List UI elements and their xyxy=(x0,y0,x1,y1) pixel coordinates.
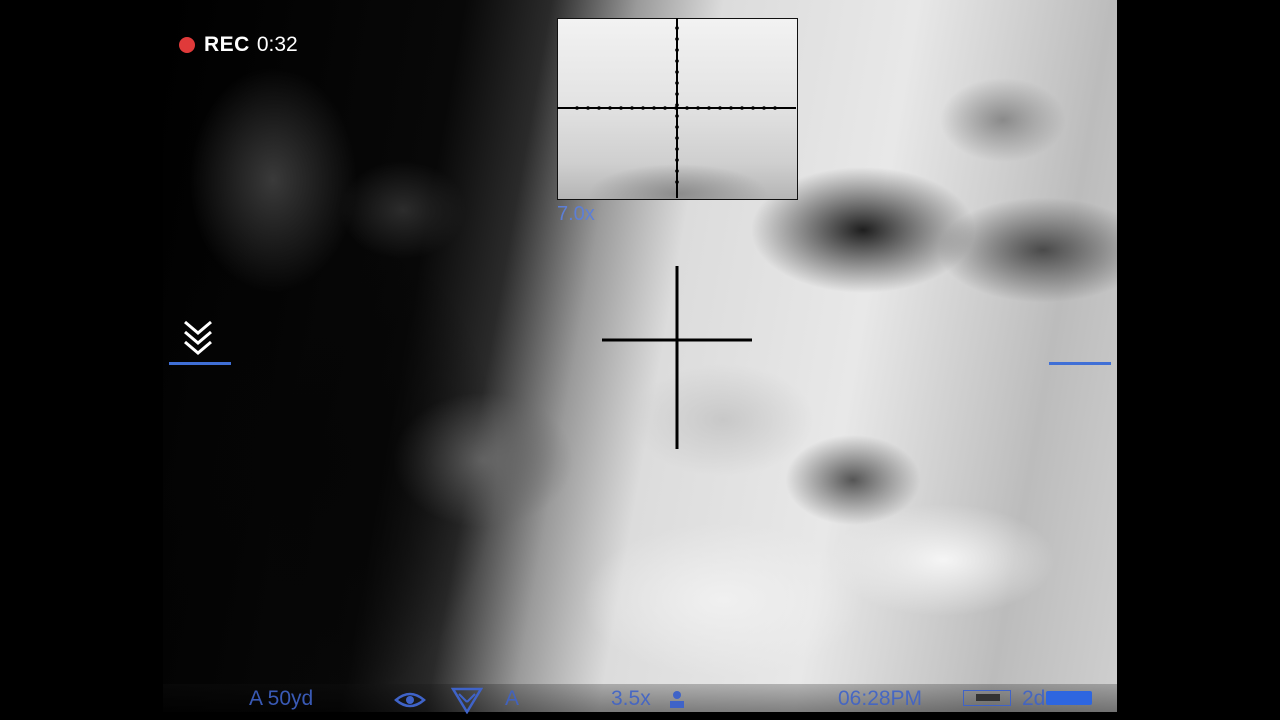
reticle-tick xyxy=(713,338,717,342)
reticle-tick xyxy=(597,106,601,110)
reticle-tick xyxy=(615,338,619,342)
reticle-tick xyxy=(675,308,679,312)
reticle-tick xyxy=(707,106,711,110)
reticle-tick xyxy=(675,315,679,319)
reticle-tick xyxy=(675,180,679,184)
reticle-tick xyxy=(657,338,661,342)
signal-strength-bar xyxy=(1046,691,1092,705)
left-level-marker xyxy=(169,362,231,365)
reticle-tick xyxy=(652,106,656,110)
triangle-mode-icon xyxy=(450,686,484,719)
reticle-tick xyxy=(629,338,633,342)
reticle-tick xyxy=(692,338,696,342)
clock-readout: 06:28PM xyxy=(838,687,923,710)
reticle-tick xyxy=(675,26,679,30)
reticle-tick xyxy=(619,106,623,110)
mode-letter: A xyxy=(505,687,520,710)
reticle-tick xyxy=(675,357,679,361)
reticle-tick xyxy=(675,301,679,305)
reticle-tick xyxy=(685,338,689,342)
reticle-tick xyxy=(675,158,679,162)
reticle-tick xyxy=(671,338,675,342)
reticle-tick xyxy=(706,338,710,342)
reticle-tick xyxy=(675,48,679,52)
zoom-crosshair-ticks xyxy=(575,26,777,184)
reticle-tick xyxy=(718,106,722,110)
reticle-tick xyxy=(685,106,689,110)
battery-icon xyxy=(963,690,1011,706)
reticle-tick xyxy=(630,106,634,110)
reticle-tick xyxy=(727,338,731,342)
reticle-tick xyxy=(675,336,679,340)
reticle-tick xyxy=(641,106,645,110)
reticle-tick xyxy=(675,147,679,151)
right-level-marker xyxy=(1049,362,1111,365)
reticle-tick xyxy=(762,106,766,110)
reticle-tick xyxy=(586,106,590,110)
counter-readout: 2d xyxy=(1022,687,1046,710)
main-reticle xyxy=(602,266,752,449)
reticle-tick xyxy=(773,106,777,110)
reticle-tick xyxy=(675,371,679,375)
reticle-tick xyxy=(675,364,679,368)
reticle-tick xyxy=(643,338,647,342)
reticle-tick xyxy=(663,106,667,110)
reticle-tick xyxy=(575,106,579,110)
reticle-tick xyxy=(675,294,679,298)
reticle-tick xyxy=(664,338,668,342)
reticle-tick xyxy=(675,350,679,354)
reticle-tick xyxy=(675,59,679,63)
user-icon xyxy=(668,689,686,714)
reticle-tick xyxy=(675,81,679,85)
reticle-tick xyxy=(636,338,640,342)
reticle-tick xyxy=(675,103,679,107)
double-chevron-down-icon xyxy=(182,318,214,361)
reticle-tick xyxy=(675,329,679,333)
reticle-tick xyxy=(675,114,679,118)
reticle-tick xyxy=(675,322,679,326)
reticle-tick xyxy=(608,106,612,110)
reticle-tick xyxy=(678,338,682,342)
reticle-tick xyxy=(740,106,744,110)
reticle-tick xyxy=(675,125,679,129)
reticle-tick xyxy=(734,338,738,342)
range-readout: A 50yd xyxy=(249,687,314,710)
reticle-tick xyxy=(720,338,724,342)
magnification-readout: 3.5x xyxy=(611,687,651,710)
reticle-tick xyxy=(675,169,679,173)
reticle-tick xyxy=(622,338,626,342)
reticle-tick xyxy=(650,338,654,342)
reticle-tick xyxy=(675,378,679,382)
reticle-tick xyxy=(675,37,679,41)
reticle-tick xyxy=(675,136,679,140)
reticle-tick xyxy=(675,70,679,74)
reticle-tick xyxy=(751,106,755,110)
reticle-tick xyxy=(729,106,733,110)
reticle-tick xyxy=(699,338,703,342)
reticle-tick xyxy=(675,343,679,347)
eye-icon xyxy=(394,690,426,715)
reticle-tick xyxy=(696,106,700,110)
reticle-tick xyxy=(675,92,679,96)
